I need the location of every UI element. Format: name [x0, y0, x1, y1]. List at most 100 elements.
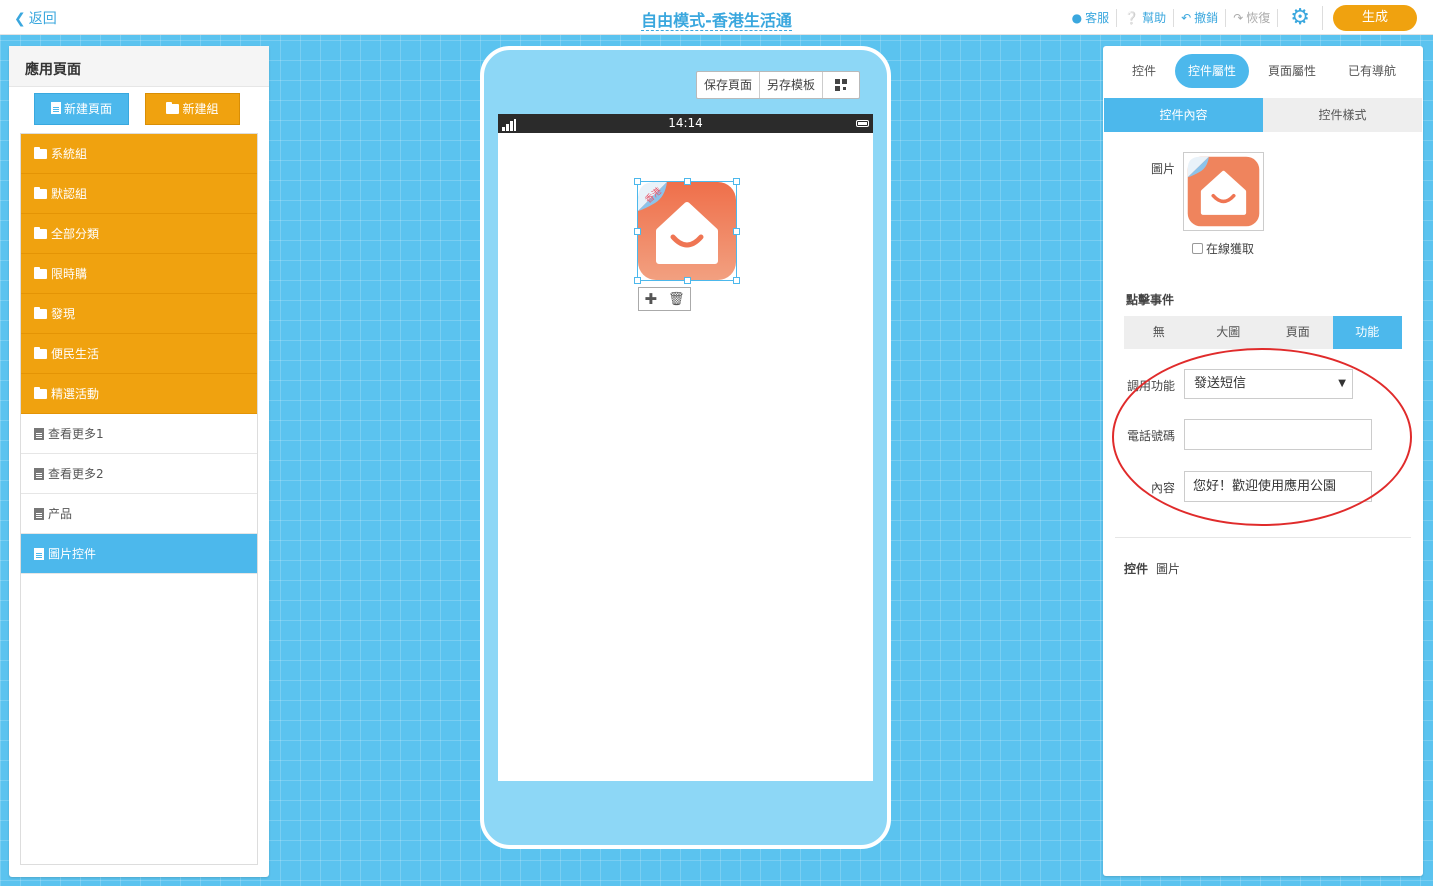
undo-label: 撤銷: [1194, 11, 1219, 25]
page-icon: [34, 547, 44, 560]
resize-handle[interactable]: [634, 178, 641, 185]
content-input[interactable]: 您好！歡迎使用應用公園: [1184, 471, 1372, 502]
event-page[interactable]: 頁面: [1263, 316, 1333, 349]
page-label: 查看更多1: [48, 426, 104, 441]
click-event-label: 點擊事件: [1126, 293, 1175, 307]
status-bar: 14:14: [498, 114, 873, 133]
redo-button[interactable]: ↷ 恢復: [1226, 8, 1279, 27]
folder-open-icon: [34, 386, 47, 399]
control-type-row: 控件 圖片: [1124, 560, 1180, 577]
folder-label: 全部分類: [51, 226, 100, 241]
page-label: 圖片控件: [48, 546, 97, 561]
battery-icon: [856, 120, 869, 127]
image-picker[interactable]: [1183, 152, 1264, 231]
image-thumbnail: [1187, 156, 1260, 227]
online-fetch-label: 在線獲取: [1206, 242, 1255, 256]
folder-label: 限時購: [51, 266, 88, 281]
event-none[interactable]: 無: [1124, 316, 1194, 349]
folder-icon: [34, 346, 47, 359]
generate-button[interactable]: 生成: [1333, 4, 1417, 31]
folder-item[interactable]: 發現: [21, 294, 257, 334]
event-function[interactable]: 功能: [1332, 316, 1402, 349]
folder-icon: [34, 186, 47, 199]
resize-handle[interactable]: [634, 228, 641, 235]
page-icon: [34, 467, 44, 480]
function-value: 發送短信: [1194, 376, 1247, 391]
page-item[interactable]: 查看更多2: [21, 454, 257, 494]
page-list: 系統組 默認組 全部分類 限時購 發現 便民生活 精選活動 查看更多1 查看更多…: [20, 133, 258, 865]
folder-item[interactable]: 精選活動: [21, 374, 257, 414]
click-event-options: 無 大圖 頁面 功能: [1124, 316, 1402, 349]
folder-icon: [34, 226, 47, 239]
undo-button[interactable]: ↶ 撤銷: [1174, 8, 1227, 27]
help-button[interactable]: ❔ 幫助: [1117, 8, 1175, 27]
content-label: 內容: [1150, 481, 1175, 495]
folder-item[interactable]: 全部分類: [21, 214, 257, 254]
online-fetch-option[interactable]: 在線獲取: [1192, 240, 1254, 257]
selection-box: [634, 178, 740, 284]
tab-page-properties[interactable]: 頁面屬性: [1255, 54, 1329, 88]
resize-handle[interactable]: [634, 277, 641, 284]
tab-control-style[interactable]: 控件樣式: [1263, 98, 1422, 132]
page-label: 查看更多2: [48, 466, 104, 481]
qr-code-button[interactable]: [823, 72, 859, 98]
help-icon: ❔: [1124, 10, 1140, 25]
qr-code-icon: [835, 79, 848, 91]
folder-icon: [34, 146, 47, 159]
plus-icon[interactable]: ✚: [644, 290, 657, 308]
folder-icon: [166, 102, 180, 114]
folder-label: 便民生活: [51, 346, 100, 361]
top-bar: ❮ 返回 自由模式-香港生活通 ● 客服 ❔ 幫助 ↶ 撤銷 ↷ 恢復 ⚙ 生成: [0, 0, 1433, 35]
app-title-text[interactable]: 自由模式-香港生活通: [641, 11, 792, 31]
top-actions: ● 客服 ❔ 幫助 ↶ 撤銷 ↷ 恢復 ⚙ 生成: [1065, 0, 1417, 35]
page-item-active[interactable]: 圖片控件: [21, 534, 257, 574]
function-select[interactable]: 發送短信 ▼: [1184, 369, 1353, 399]
status-time: 14:14: [668, 116, 703, 130]
save-template-button[interactable]: 另存模板: [760, 72, 824, 98]
phone-number-input[interactable]: [1184, 419, 1372, 450]
tab-control-properties[interactable]: 控件屬性: [1175, 54, 1250, 88]
phone-number-label: 電話號碼: [1126, 429, 1175, 443]
pages-panel-title: 應用頁面: [9, 46, 269, 87]
new-page-button[interactable]: 新建頁面: [34, 93, 129, 125]
folder-icon: [34, 306, 47, 319]
tab-controls[interactable]: 控件: [1119, 54, 1169, 88]
user-icon: ●: [1071, 10, 1083, 25]
resize-handle[interactable]: [684, 178, 691, 185]
inspector-panel: 控件 控件屬性 頁面屬性 已有導航 控件內容 控件樣式 圖片 在線獲取 點擊事件…: [1103, 46, 1423, 876]
page-icon: [34, 507, 44, 520]
tab-control-content[interactable]: 控件內容: [1104, 98, 1263, 132]
page-item[interactable]: 产品: [21, 494, 257, 534]
page-icon: [34, 427, 44, 440]
image-widget[interactable]: 香港: [634, 178, 740, 284]
folder-item[interactable]: 系統組: [21, 134, 257, 174]
undo-icon: ↶: [1181, 10, 1192, 25]
sub-tabs: 控件內容 控件樣式: [1104, 98, 1422, 132]
folder-item[interactable]: 默認組: [21, 174, 257, 214]
save-page-button[interactable]: 保存頁面: [697, 72, 761, 98]
widget-toolbar: ✚ 🗑: [638, 287, 691, 311]
function-label: 調用功能: [1126, 379, 1175, 393]
trash-icon[interactable]: 🗑: [668, 292, 685, 307]
resize-handle[interactable]: [684, 277, 691, 284]
online-fetch-checkbox[interactable]: [1192, 243, 1203, 254]
tab-existing-navigation[interactable]: 已有導航: [1335, 54, 1409, 88]
folder-item[interactable]: 便民生活: [21, 334, 257, 374]
page-item[interactable]: 查看更多1: [21, 414, 257, 454]
folder-label: 系統組: [51, 146, 88, 161]
new-group-button[interactable]: 新建組: [145, 93, 240, 125]
folder-item[interactable]: 限時購: [21, 254, 257, 294]
gear-icon[interactable]: ⚙: [1278, 5, 1323, 30]
customer-service-button[interactable]: ● 客服: [1065, 8, 1118, 27]
event-large-image[interactable]: 大圖: [1194, 316, 1264, 349]
resize-handle[interactable]: [733, 178, 740, 185]
redo-label: 恢復: [1246, 11, 1271, 25]
resize-handle[interactable]: [733, 277, 740, 284]
page-icon: [50, 102, 61, 114]
control-type-label: 控件: [1124, 562, 1149, 576]
new-group-label: 新建組: [182, 102, 219, 116]
signal-icon: [502, 119, 516, 131]
resize-handle[interactable]: [733, 228, 740, 235]
inspector-tabs: 控件 控件屬性 頁面屬性 已有導航: [1103, 54, 1423, 88]
folder-label: 默認組: [51, 186, 88, 201]
